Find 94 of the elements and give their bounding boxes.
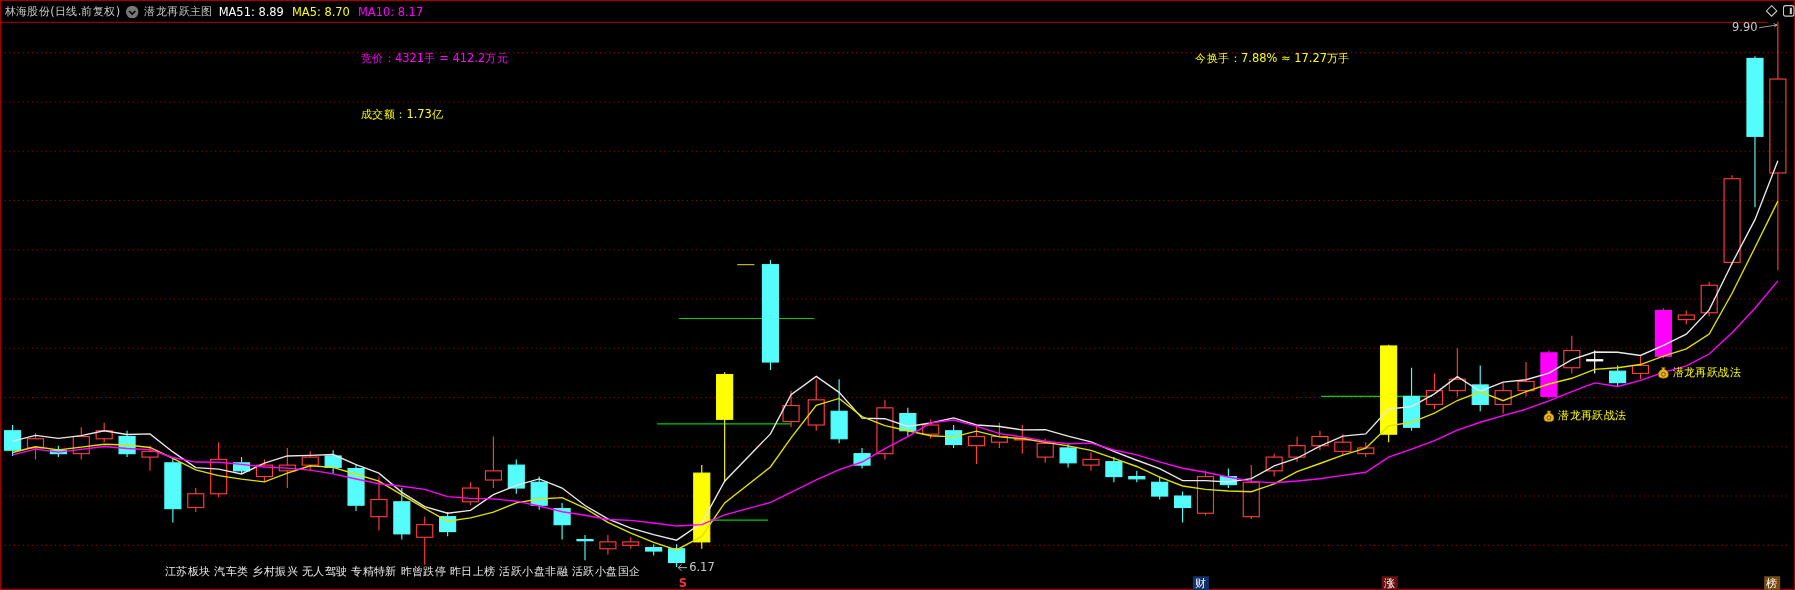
candlestick [118, 430, 136, 458]
candlestick [645, 543, 663, 557]
candlestick [1402, 367, 1421, 432]
candlestick [1334, 433, 1352, 456]
candlestick [599, 534, 617, 556]
candlestick [141, 445, 159, 472]
candlestick [1036, 438, 1054, 464]
candlestick [72, 426, 90, 460]
candlestick [232, 456, 251, 475]
candlestick [807, 378, 825, 432]
money-bag-icon [1542, 409, 1556, 423]
concept-tags-text: 江苏板块 汽车类 乡村振兴 无人驾驶 专精特新 昨曾跌停 昨日上榜 活跃小盘非融 活跃小盘国企 [164, 563, 641, 580]
price-level-line [736, 264, 755, 266]
candlestick [393, 487, 411, 541]
candlestick [853, 447, 871, 470]
candlestick [876, 399, 894, 460]
stock-title: 林海股份(日线.前复权) [4, 3, 121, 20]
candlestick [1654, 307, 1672, 360]
candlestick [210, 441, 228, 498]
candlestick [622, 536, 640, 550]
candlestick [576, 534, 594, 561]
candlestick [507, 458, 525, 495]
candlestick [1631, 355, 1650, 380]
candlestick [1448, 347, 1466, 397]
candlestick [899, 407, 917, 438]
candlestick [782, 390, 800, 428]
candlestick [324, 449, 342, 474]
candlestick [187, 487, 205, 513]
candlestick [484, 435, 502, 489]
moving-average-value: MA10: 8.17 [357, 5, 424, 18]
candlestick [164, 456, 182, 523]
high-price-label: 9.90 [1732, 20, 1758, 34]
indicator-name[interactable]: 潜龙再跃主图 [144, 3, 213, 20]
panel-toggle-icon[interactable] [1782, 4, 1795, 18]
moving-average-value: MA5: 8.70 [291, 5, 350, 18]
candlestick [1471, 364, 1489, 412]
candlestick [1609, 364, 1627, 387]
trade-amount-text: 成交额：1.73亿 [360, 106, 444, 123]
candlestick [1174, 490, 1192, 523]
candlestick [1494, 382, 1512, 415]
candlestick [1082, 451, 1100, 472]
candlestick [922, 418, 940, 440]
candlestick [347, 463, 365, 512]
candlestick [530, 476, 548, 511]
candlestick [461, 481, 480, 506]
auction-volume-text: 竞价：4321手 = 412.2万元 [360, 50, 509, 67]
candlestick [945, 424, 963, 449]
candlestick [26, 432, 45, 460]
candlestick [830, 378, 848, 444]
low-price-label: 6.17 [689, 560, 715, 573]
candlestick [1265, 453, 1283, 478]
signal-label: 潜龙再跃战法 [1558, 408, 1627, 424]
candlestick [1311, 430, 1329, 451]
signal-label: 潜龙再跃战法 [1672, 364, 1742, 381]
candlestick [278, 447, 296, 489]
candlestick [1288, 435, 1306, 463]
candlestick [1242, 464, 1260, 520]
money-bag-icon [1656, 365, 1671, 380]
event-marker[interactable]: 财 [1192, 576, 1209, 590]
candlestick [95, 422, 113, 443]
candlestick [1563, 335, 1581, 375]
candlestick [416, 516, 434, 566]
candlestick [439, 511, 457, 537]
event-marker[interactable]: S [676, 576, 690, 590]
candlestick [1219, 467, 1237, 489]
arrow-icon [1758, 21, 1779, 31]
candlestick [1425, 372, 1444, 410]
candlestick [255, 458, 274, 483]
candlestick [49, 445, 67, 458]
candlestick [990, 422, 1008, 449]
turnover-text: 今换手：7.88% ≈ 17.27万手 [1195, 50, 1350, 67]
candlestick [1105, 456, 1123, 483]
candlestick [370, 476, 388, 531]
diamond-icon[interactable] [1765, 4, 1778, 18]
candlestick [1151, 476, 1169, 501]
candlestick [1196, 470, 1215, 517]
dropdown-icon[interactable] [125, 5, 139, 18]
candlestick [553, 502, 571, 541]
event-marker[interactable]: 榜 [1764, 576, 1781, 590]
candlestick [1059, 442, 1077, 468]
candlestick [1540, 349, 1558, 400]
candlestick [668, 543, 686, 568]
candlestick [4, 424, 22, 457]
candlestick [1517, 361, 1535, 397]
candlestick [967, 424, 986, 465]
candlestick [301, 450, 319, 472]
event-marker[interactable]: 涨 [1381, 576, 1398, 590]
moving-average-value: MA51: 8.89 [218, 5, 284, 18]
candlestick [1700, 281, 1718, 317]
candlestick [1677, 309, 1695, 325]
candlestick [1128, 470, 1146, 483]
arrow-icon [676, 563, 688, 572]
candlestick [1013, 424, 1031, 455]
candlestick [1357, 441, 1375, 458]
